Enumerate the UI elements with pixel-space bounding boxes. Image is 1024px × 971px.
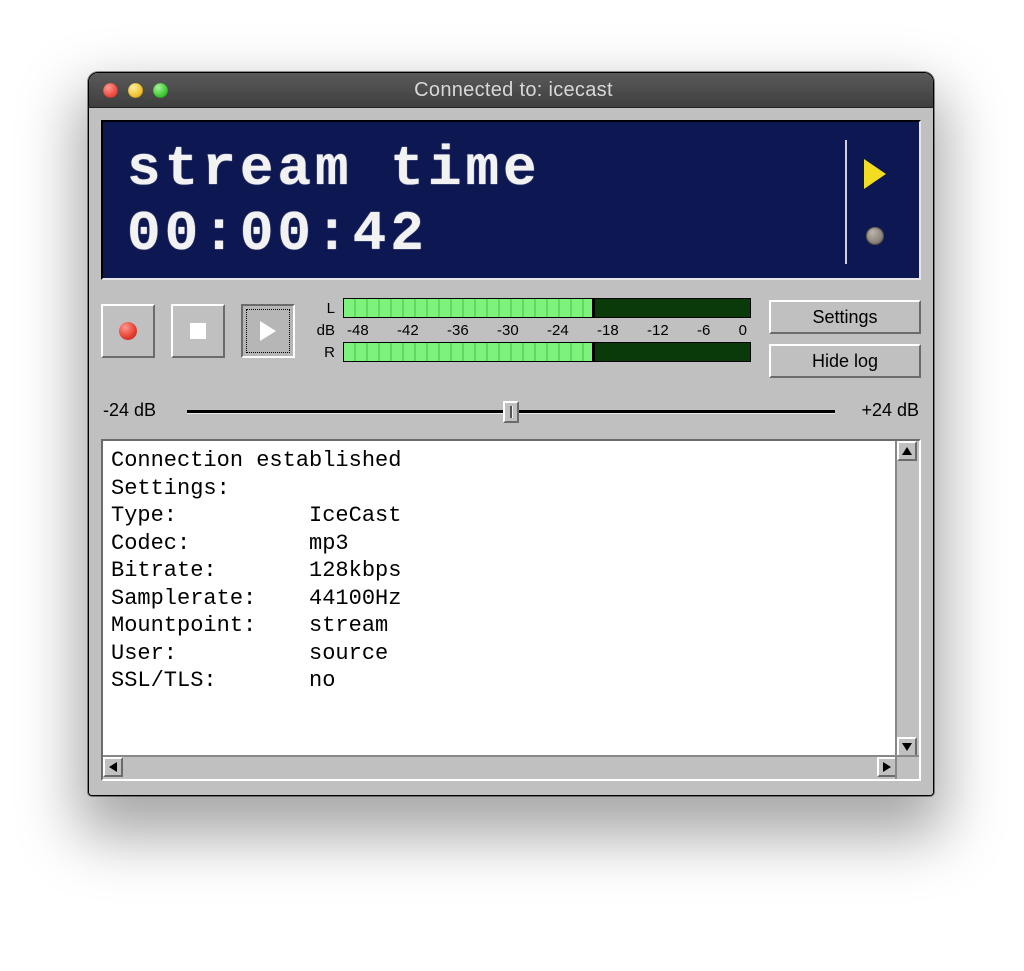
scale-tick: -42	[397, 322, 419, 339]
lcd-text: stream time 00:00:42	[127, 140, 837, 264]
scroll-left-button[interactable]	[103, 757, 123, 777]
window-title: Connected to: icecast	[168, 79, 919, 102]
scale-tick: -6	[697, 322, 710, 339]
scale-tick: -12	[647, 322, 669, 339]
meter-right-bar	[343, 342, 751, 362]
meter-right-label: R	[313, 344, 337, 361]
vertical-scrollbar[interactable]	[895, 441, 919, 757]
scroll-up-button[interactable]	[897, 441, 917, 461]
scale-tick: -36	[447, 322, 469, 339]
side-buttons: Settings Hide log	[769, 298, 921, 378]
horizontal-scrollbar[interactable]	[103, 755, 897, 779]
lcd-line-time: 00:00:42	[127, 205, 837, 264]
minimize-icon[interactable]	[128, 83, 143, 98]
scroll-corner	[895, 755, 919, 779]
meter-scale: -48 -42 -36 -30 -24 -18 -12 -6 0	[343, 322, 751, 339]
stop-icon	[190, 323, 206, 339]
chevron-down-icon	[902, 743, 912, 751]
scale-tick: -18	[597, 322, 619, 339]
lcd-side-indicators	[845, 140, 903, 264]
hide-log-button[interactable]: Hide log	[769, 344, 921, 378]
app-window: Connected to: icecast stream time 00:00:…	[88, 72, 934, 796]
scale-tick: -24	[547, 322, 569, 339]
scroll-right-button[interactable]	[877, 757, 897, 777]
window-controls	[103, 83, 168, 98]
gain-slider-row: -24 dB +24 dB	[103, 400, 919, 421]
lcd-display: stream time 00:00:42	[101, 120, 921, 280]
close-icon[interactable]	[103, 83, 118, 98]
meter-left-bar	[343, 298, 751, 318]
meter-db-label: dB	[313, 322, 337, 339]
scale-tick: -30	[497, 322, 519, 339]
titlebar[interactable]: Connected to: icecast	[89, 73, 933, 108]
recording-indicator-icon	[866, 227, 884, 245]
play-button[interactable]	[241, 304, 295, 358]
transport-controls	[101, 298, 295, 358]
gain-min-label: -24 dB	[103, 400, 173, 421]
level-meter: L dB -48 -42 -36 -30 -24 -18 -12 -6 0 R	[313, 298, 751, 362]
gain-max-label: +24 dB	[849, 400, 919, 421]
chevron-up-icon	[902, 447, 912, 455]
chevron-left-icon	[109, 762, 117, 772]
slider-thumb[interactable]	[503, 401, 519, 423]
settings-button[interactable]: Settings	[769, 300, 921, 334]
meter-left-label: L	[313, 300, 337, 317]
scale-tick: 0	[739, 322, 747, 339]
playing-indicator-icon	[864, 159, 886, 189]
lcd-line-label: stream time	[127, 140, 837, 199]
record-button[interactable]	[101, 304, 155, 358]
log-panel: Connection established Settings: Type: I…	[101, 439, 921, 781]
chevron-right-icon	[883, 762, 891, 772]
scale-tick: -48	[347, 322, 369, 339]
gain-slider[interactable]	[187, 401, 835, 421]
window-body: stream time 00:00:42 L	[89, 108, 933, 795]
stop-button[interactable]	[171, 304, 225, 358]
scroll-down-button[interactable]	[897, 737, 917, 757]
record-icon	[119, 322, 137, 340]
zoom-icon[interactable]	[153, 83, 168, 98]
play-icon	[260, 321, 276, 341]
log-text[interactable]: Connection established Settings: Type: I…	[103, 441, 897, 701]
